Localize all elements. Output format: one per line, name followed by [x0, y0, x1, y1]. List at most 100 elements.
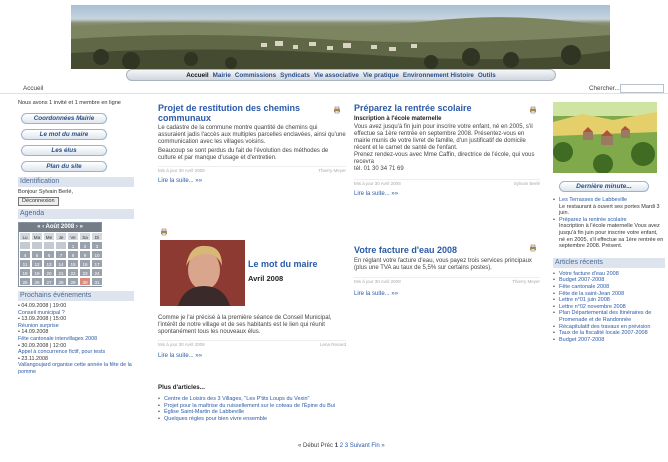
calendar-empty-cell [43, 241, 55, 250]
plan-du-site-button[interactable]: Plan du site [21, 161, 107, 172]
breadcrumb[interactable]: Accueil [23, 85, 43, 92]
recent-article-link[interactable]: Lettre n°01 juin 2008 [553, 297, 665, 304]
les-elus-button[interactable]: Les élus [21, 145, 107, 156]
event-link[interactable]: Appel à concurrence fictif, pour tests [18, 349, 105, 355]
pager-pages[interactable]: 2 3 [340, 443, 348, 449]
calendar-day[interactable]: 16 [79, 259, 91, 268]
calendar-day[interactable]: 4 [19, 250, 31, 259]
page: Accueil Mairie Commissions Syndicats Vie… [0, 0, 668, 462]
calendar-day[interactable]: 3 [91, 241, 103, 250]
calendar-day[interactable]: 14 [55, 259, 67, 268]
calendar-day[interactable]: 23 [79, 268, 91, 277]
calendar-day[interactable]: 7 [55, 250, 67, 259]
search-input[interactable] [620, 84, 664, 93]
read-more-link[interactable]: Lire la suite... »» [158, 353, 346, 359]
right-sidebar: Dernière minute... Les Terrasses de Labb… [553, 102, 665, 343]
more-article-link[interactable]: Église Saint-Martin de Labbeville [158, 409, 538, 416]
calendar-day[interactable]: 13 [43, 259, 55, 268]
calendar-day[interactable]: 22 [67, 268, 79, 277]
recent-articles-list: Votre facture d'eau 2008 Budget 2007-200… [553, 271, 665, 344]
news-list: Les Terrasses de Labbeville Le restauran… [553, 197, 665, 250]
event-link[interactable]: Fête cantonale intervillages 2008 [18, 336, 97, 342]
menu-item-vie-pratique[interactable]: Vie pratique [363, 72, 399, 79]
menu-item-environnement-histoire[interactable]: Environnement Histoire [403, 72, 474, 79]
calendar-day[interactable]: 6 [43, 250, 55, 259]
print-icon[interactable] [529, 244, 537, 252]
read-more-link[interactable]: Lire la suite... »» [354, 191, 540, 197]
calendar-day[interactable]: 28 [55, 277, 67, 286]
calendar-next-icon[interactable]: » [80, 224, 83, 230]
recent-article-link[interactable]: Plan Départemental des Itinéraires de Pr… [553, 310, 665, 323]
print-icon[interactable] [160, 228, 168, 236]
calendar-day[interactable]: 26 [31, 277, 43, 286]
news-text: Inscription à l'école maternelle Vous av… [559, 223, 664, 250]
recent-article-link[interactable]: Fête cantonale 2008 [553, 284, 665, 291]
calendar-day[interactable]: 15 [67, 259, 79, 268]
calendar-day[interactable]: 21 [55, 268, 67, 277]
menu-item-vie-associative[interactable]: Vie associative [314, 72, 359, 79]
recent-article-link[interactable]: Budget 2007-2008 [553, 277, 665, 284]
menu-item-accueil[interactable]: Accueil [186, 72, 208, 79]
news-link[interactable]: Les Terrasses de Labbeville [553, 197, 665, 204]
recent-article-link[interactable]: Budget 2007-2008 [553, 337, 665, 344]
article-title[interactable]: Votre facture d'eau 2008 [354, 245, 540, 256]
calendar-day[interactable]: 9 [79, 250, 91, 259]
article-title[interactable]: Projet de restitution des chemins commun… [158, 103, 328, 123]
calendar-weekday: Lu [19, 232, 31, 241]
print-icon[interactable] [529, 106, 537, 114]
print-icon[interactable] [333, 106, 341, 114]
calendar-day[interactable]: 1 [67, 241, 79, 250]
calendar-day[interactable]: 5 [31, 250, 43, 259]
calendar-day[interactable]: 31 [91, 277, 103, 286]
article-title[interactable]: Préparez la rentrée scolaire [354, 103, 540, 114]
recent-article-link[interactable]: Lettre n°02 novembre 2008 [553, 304, 665, 311]
recent-article-link[interactable]: Taux de la fiscalité locale 2007-2008 [553, 330, 665, 337]
agenda-heading: Agenda [18, 209, 134, 219]
calendar-day[interactable]: 20 [43, 268, 55, 277]
event-link[interactable]: Vallangoujard organise cette année la fê… [18, 362, 132, 375]
recent-article-link[interactable]: Récapitulatif des travaux en prévision [553, 324, 665, 331]
calendar-day[interactable]: 17 [91, 259, 103, 268]
calendar-day[interactable]: 8 [67, 250, 79, 259]
calendar-day[interactable]: 10 [91, 250, 103, 259]
derniere-minute-button[interactable]: Dernière minute... [559, 181, 649, 192]
mot-du-maire-button[interactable]: Le mot du maire [21, 129, 107, 140]
mayor-photo [160, 240, 245, 306]
article-rentree: Préparez la rentrée scolaire Inscription… [354, 103, 540, 197]
menu-item-outils[interactable]: Outils [478, 72, 496, 79]
pager-start-prev[interactable]: « Début Préc [298, 443, 333, 449]
calendar-day[interactable]: 30 [79, 277, 91, 286]
event-date: 23.11.2008 [21, 355, 48, 362]
logout-button[interactable]: Déconnexion [18, 197, 59, 206]
calendar-prev-month-icon[interactable]: ‹ [42, 224, 44, 230]
calendar-weekday: Ve [67, 232, 79, 241]
menu-item-mairie[interactable]: Mairie [213, 72, 231, 79]
more-article-link[interactable]: Centre de Loisirs des 3 Villages, "Les P… [158, 396, 538, 403]
more-article-link[interactable]: Quelques règles pour bien vivre ensemble [158, 416, 538, 423]
pager-next-end[interactable]: Suivant Fin » [350, 443, 385, 449]
read-more-link[interactable]: Lire la suite... »» [158, 178, 346, 184]
article-eau: Votre facture d'eau 2008 En réglant votr… [354, 245, 540, 297]
calendar-day[interactable]: 25 [19, 277, 31, 286]
read-more-link[interactable]: Lire la suite... »» [354, 291, 540, 297]
calendar-day[interactable]: 24 [91, 268, 103, 277]
calendar-day[interactable]: 12 [31, 259, 43, 268]
calendar-day[interactable]: 18 [19, 268, 31, 277]
calendar-day[interactable]: 11 [19, 259, 31, 268]
calendar-next-month-icon[interactable]: › [76, 224, 78, 230]
calendar-day[interactable]: 27 [43, 277, 55, 286]
calendar-prev-icon[interactable]: « [37, 224, 40, 230]
menu-item-commissions[interactable]: Commissions [235, 72, 276, 79]
article-title[interactable]: Le mot du maire [248, 259, 348, 270]
recent-article-link[interactable]: Fête de la saint-Jean 2008 [553, 291, 665, 298]
event-link[interactable]: Conseil municipal ? [18, 310, 65, 316]
coordonnees-mairie-button[interactable]: Coordonnées Mairie [21, 113, 107, 124]
calendar-day[interactable]: 29 [67, 277, 79, 286]
article-meta: Mis à jour 30 Avril 2008 Sylvain Berlé [354, 179, 540, 186]
calendar-day[interactable]: 19 [31, 268, 43, 277]
menu-item-syndicats[interactable]: Syndicats [280, 72, 310, 79]
calendar-day[interactable]: 2 [79, 241, 91, 250]
event-link[interactable]: Réunion surprise [18, 323, 59, 329]
news-link[interactable]: Préparez la rentrée scolaire [553, 217, 665, 224]
recent-article-link[interactable]: Votre facture d'eau 2008 [553, 271, 665, 278]
